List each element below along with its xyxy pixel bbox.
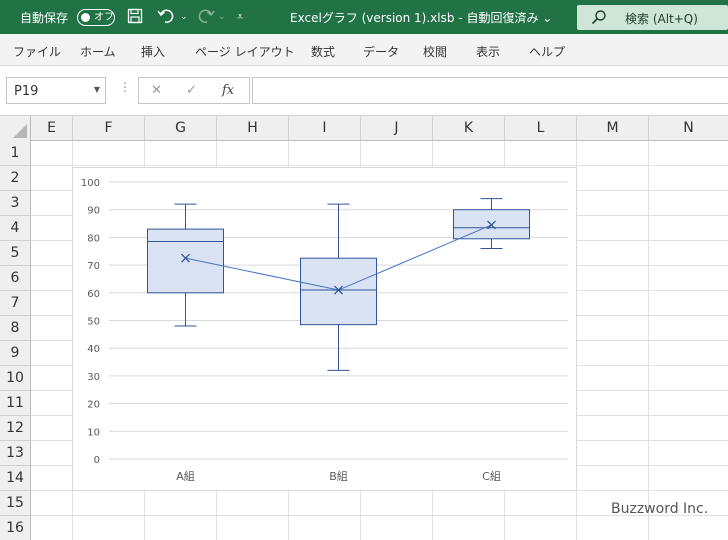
y-tick-label-80: 80: [87, 233, 100, 244]
tab-data[interactable]: データ: [363, 43, 399, 60]
more-dots-icon[interactable]: ⋮: [119, 80, 131, 94]
undo-icon[interactable]: [157, 8, 175, 28]
x-tick-label-2: C組: [482, 470, 501, 483]
row-header-5[interactable]: 5: [0, 241, 31, 266]
column-header-h[interactable]: H: [217, 116, 289, 141]
cancel-icon[interactable]: ✕: [151, 83, 162, 98]
column-header-i[interactable]: I: [289, 116, 361, 141]
save-icon[interactable]: [127, 8, 143, 28]
customize-toolbar-icon[interactable]: ⩡: [237, 8, 243, 26]
column-header-m[interactable]: M: [577, 116, 649, 141]
row-header-7[interactable]: 7: [0, 291, 31, 316]
tab-review[interactable]: 校閲: [423, 43, 447, 60]
y-tick-label-0: 0: [94, 455, 100, 466]
row-header-8[interactable]: 8: [0, 316, 31, 341]
enter-icon[interactable]: ✓: [186, 83, 197, 98]
row-header-16[interactable]: 16: [0, 516, 31, 540]
column-header-g[interactable]: G: [145, 116, 217, 141]
tab-help[interactable]: ヘルプ: [529, 43, 565, 60]
box-1: [300, 257, 377, 326]
formula-bar: P19 ▼ ⋮ ✕ ✓ fx: [0, 66, 728, 116]
row-header-11[interactable]: 11: [0, 391, 31, 416]
row-header-3[interactable]: 3: [0, 191, 31, 216]
y-tick-label-20: 20: [87, 400, 100, 411]
y-tick-label-30: 30: [87, 372, 100, 383]
y-tick-label-40: 40: [87, 344, 100, 355]
toggle-knob: [81, 13, 90, 22]
name-box-value: P19: [14, 84, 39, 99]
ribbon-tabs: ファイル ホーム 挿入 ページ レイアウト 数式 データ 校閲 表示 ヘルプ: [0, 34, 728, 66]
row-header-10[interactable]: 10: [0, 366, 31, 391]
row-header-9[interactable]: 9: [0, 341, 31, 366]
search-icon: [591, 9, 607, 28]
y-tick-label-70: 70: [87, 261, 100, 272]
x-tick-label-0: A組: [176, 470, 195, 483]
row-header-14[interactable]: 14: [0, 466, 31, 491]
redo-dropdown-icon: ⌄: [218, 12, 226, 22]
y-tick-label-60: 60: [87, 289, 100, 300]
document-title[interactable]: Excelグラフ (version 1).xlsb - 自動回復済み ⌄: [290, 9, 552, 26]
y-tick-label-90: 90: [87, 206, 100, 217]
column-header-k[interactable]: K: [433, 116, 505, 141]
column-header-l[interactable]: L: [505, 116, 577, 141]
name-box[interactable]: P19 ▼: [6, 77, 106, 104]
redo-icon: [197, 8, 215, 28]
column-headers: E F G H I J K L M N: [0, 116, 728, 141]
autosave-label: 自動保存: [20, 11, 69, 25]
y-tick-label-10: 10: [87, 427, 100, 438]
tab-page-layout[interactable]: ページ レイアウト: [195, 43, 295, 60]
y-tick-label-100: 100: [81, 178, 100, 189]
chart-canvas: 0 10 20 30 40 50 60 70 80 90 100 A組 B組 C組: [81, 178, 568, 483]
row-header-13[interactable]: 13: [0, 441, 31, 466]
row-header-12[interactable]: 12: [0, 416, 31, 441]
tab-insert[interactable]: 挿入: [141, 43, 165, 60]
chevron-down-icon[interactable]: ▼: [94, 85, 100, 94]
tab-home[interactable]: ホーム: [80, 43, 116, 60]
undo-dropdown-icon[interactable]: ⌄: [180, 8, 188, 26]
row-header-6[interactable]: 6: [0, 266, 31, 291]
select-all-button[interactable]: [0, 116, 31, 141]
autosave-state: オフ: [94, 12, 114, 23]
autosave-toggle[interactable]: オフ: [77, 9, 115, 26]
search-label: 検索 (Alt+Q): [625, 12, 698, 26]
title-bar: 自動保存 オフ ⌄ ⌄ ⩡ Excelグラフ (version 1).xlsb …: [0, 0, 728, 34]
row-header-2[interactable]: 2: [0, 166, 31, 191]
box-plot-chart[interactable]: 0 10 20 30 40 50 60 70 80 90 100 A組 B組 C組: [72, 167, 577, 491]
y-tick-label-50: 50: [87, 317, 100, 328]
column-header-f[interactable]: F: [73, 116, 145, 141]
column-header-n[interactable]: N: [649, 116, 728, 141]
tab-formulas[interactable]: 数式: [311, 43, 335, 60]
watermark: Buzzword Inc.: [611, 501, 709, 517]
search-box[interactable]: 検索 (Alt+Q): [577, 5, 728, 30]
row-header-1[interactable]: 1: [0, 141, 31, 166]
column-header-j[interactable]: J: [361, 116, 433, 141]
row-header-15[interactable]: 15: [0, 491, 31, 516]
column-header-e[interactable]: E: [31, 116, 73, 141]
formula-buttons: ✕ ✓ fx: [138, 77, 250, 104]
tab-view[interactable]: 表示: [476, 43, 500, 60]
insert-function-icon[interactable]: fx: [222, 83, 234, 98]
tab-file[interactable]: ファイル: [13, 43, 61, 60]
row-header-4[interactable]: 4: [0, 216, 31, 241]
x-tick-label-1: B組: [329, 470, 348, 483]
formula-input[interactable]: [252, 77, 728, 104]
box-0: [147, 228, 224, 294]
